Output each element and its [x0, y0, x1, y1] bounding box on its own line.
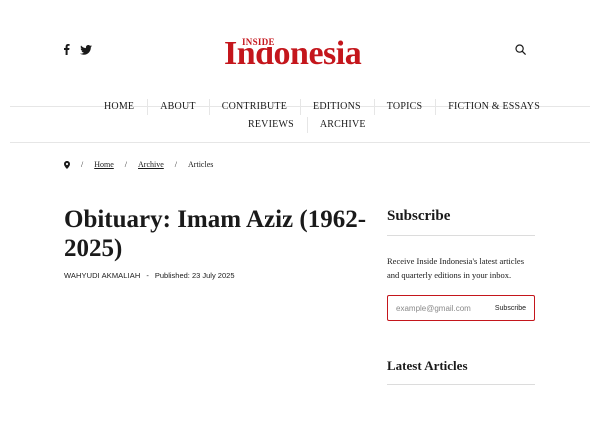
subscribe-button[interactable]: Subscribe: [495, 305, 526, 312]
nav-item-editions[interactable]: EDITIONS: [300, 98, 374, 116]
breadcrumb-current: Articles: [188, 160, 214, 169]
nav-row-1: HOME ABOUT CONTRIBUTE EDITIONS TOPICS FI…: [91, 98, 553, 116]
search-icon[interactable]: [515, 44, 526, 55]
nav-item-reviews[interactable]: REVIEWS: [235, 116, 307, 134]
social-links: [63, 44, 92, 55]
facebook-icon[interactable]: [63, 44, 70, 55]
article-title: Obituary: Imam Aziz (1962-2025): [64, 206, 367, 262]
nav-item-fiction-essays[interactable]: FICTION & ESSAYS: [435, 98, 553, 116]
sidebar-subscribe: Subscribe Receive Inside Indonesia's lat…: [387, 206, 535, 321]
breadcrumb-separator: /: [174, 160, 178, 169]
article-published-date: Published: 23 July 2025: [154, 271, 235, 280]
latest-articles-divider: [387, 384, 535, 385]
location-pin-icon: [64, 160, 70, 169]
latest-articles-heading: Latest Articles: [387, 358, 468, 373]
breadcrumb: / Home / Archive / Articles: [64, 160, 213, 169]
nav-item-topics[interactable]: TOPICS: [373, 98, 435, 116]
logo-inside-label: INSIDE: [241, 37, 276, 47]
email-field[interactable]: example@gmail.com: [396, 304, 471, 313]
breadcrumb-home[interactable]: Home: [94, 160, 114, 169]
subscribe-form: example@gmail.com Subscribe: [387, 295, 535, 321]
subscribe-heading: Subscribe: [387, 208, 451, 224]
nav-item-archive[interactable]: ARCHIVE: [306, 116, 379, 134]
nav-item-about[interactable]: ABOUT: [147, 98, 208, 116]
nav-row-2: REVIEWS ARCHIVE: [235, 116, 379, 134]
sidebar-latest-articles: Latest Articles: [387, 357, 535, 385]
subscribe-description: Receive Inside Indonesia's latest articl…: [387, 256, 525, 280]
nav-item-contribute[interactable]: CONTRIBUTE: [208, 98, 300, 116]
breadcrumb-separator: /: [124, 160, 128, 169]
breadcrumb-separator: /: [81, 160, 84, 169]
article-author[interactable]: WAHYUDI AKMALIAH: [64, 271, 140, 280]
site-logo[interactable]: Indonesia INSIDE: [224, 36, 378, 72]
meta-separator: -: [146, 271, 149, 280]
nav-item-home[interactable]: HOME: [91, 98, 147, 116]
article-meta: WAHYUDI AKMALIAH - Published: 23 July 20…: [64, 271, 234, 280]
breadcrumb-archive[interactable]: Archive: [138, 160, 164, 169]
subscribe-divider: [387, 235, 535, 236]
site-header: Indonesia INSIDE: [0, 0, 600, 100]
nav-divider-bottom: [10, 142, 590, 143]
twitter-icon[interactable]: [80, 44, 92, 55]
